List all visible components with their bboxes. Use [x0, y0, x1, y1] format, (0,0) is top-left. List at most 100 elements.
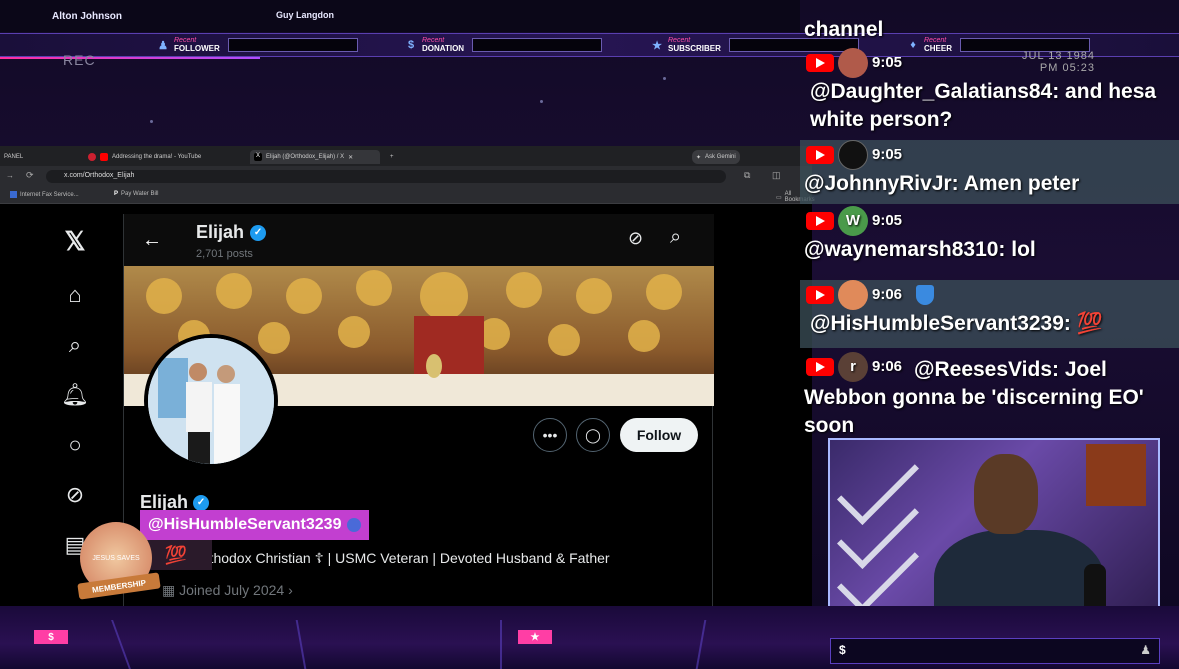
streamer-head	[974, 454, 1038, 534]
chat-text: channel	[804, 18, 884, 41]
bookmark-icon: P	[114, 191, 119, 197]
grid-line	[500, 620, 502, 669]
stat-label: SUBSCRIBER	[668, 44, 721, 53]
retro-clock: JUL 13 1984 PM 05:23	[1022, 50, 1095, 74]
star-icon: ★	[652, 39, 662, 52]
sidepanel-icon[interactable]: ◫	[772, 170, 781, 181]
avatar-icon: W	[838, 206, 868, 236]
avatar-icon	[347, 518, 362, 532]
tab-strip: PANEL Addressing the drama! - YouTube X …	[0, 146, 812, 166]
message-button[interactable]: ◯	[576, 418, 610, 452]
post-count: 2,701 posts	[196, 248, 253, 260]
stat-label: FOLLOWER	[174, 44, 220, 53]
tab-youtube[interactable]: Addressing the drama! - YouTube	[84, 150, 244, 164]
address-field[interactable]: x.com/Orthodox_Elijah	[46, 170, 726, 183]
chat-message: 9:05 @JohnnyRivJr: Amen peter	[800, 140, 1179, 204]
avatar-icon: r	[838, 352, 868, 382]
live-chat: channel 9:05 @Daughter_Galatians84: and …	[800, 0, 1179, 440]
rec-label: REC	[63, 52, 96, 68]
bookmark-water[interactable]: P Pay Water Bill	[114, 191, 158, 197]
joined-date: ▦ Joined July 2024 ›	[162, 582, 293, 599]
chat-time: 9:05	[872, 54, 903, 71]
profile-avatar[interactable]	[144, 334, 278, 468]
bell-icon[interactable]: 🔔︎	[60, 380, 90, 410]
youtube-icon	[806, 358, 834, 376]
moderator-shield-icon	[915, 285, 934, 305]
chat-time: 9:06	[872, 358, 903, 375]
chat-time: 9:05	[872, 146, 903, 163]
grok-icon[interactable]: ⊘	[628, 228, 643, 249]
clock-date: JUL 13 1984	[1022, 50, 1095, 62]
x-logo-icon: X	[254, 153, 262, 161]
bookmark-icon	[10, 191, 17, 198]
clock-time: PM 05:23	[1039, 62, 1095, 74]
bookmark-fax[interactable]: Internet Fax Service...	[10, 191, 79, 198]
avatar-photo-icon	[148, 338, 274, 464]
stat-value-box	[472, 38, 603, 52]
subscriber-badge: ★	[518, 630, 552, 644]
ask-gemini-button[interactable]: ✦ Ask Gemini	[692, 150, 740, 164]
name-right: Guy Langdon	[276, 10, 334, 20]
profile-header: ← Elijah ✓ 2,701 posts ⊘ ⌕	[124, 214, 714, 266]
star-dot	[540, 100, 543, 103]
tab-panel[interactable]: PANEL	[0, 150, 27, 164]
stat-donation: $ Recent DONATION	[404, 37, 603, 53]
dollar-icon: $	[839, 643, 846, 657]
search-icon[interactable]: ⌕	[60, 330, 90, 360]
x-logo-icon[interactable]: 𝕏	[60, 226, 90, 256]
new-tab-button[interactable]: +	[386, 150, 398, 164]
stat-follower: ♟ Recent FOLLOWER	[156, 37, 358, 53]
calendar-icon: ▦	[162, 582, 176, 598]
chat-message: 9:05 @Daughter_Galatians84: and hesa whi…	[800, 48, 1179, 136]
grok-icon[interactable]: ⊘	[60, 480, 90, 510]
wall-art-image	[1086, 444, 1146, 506]
more-options-button[interactable]: •••	[533, 418, 567, 452]
avatar-icon	[838, 280, 868, 310]
chat-prev-line: channel	[800, 16, 1179, 44]
stat-label: DONATION	[422, 44, 465, 53]
back-arrow-icon[interactable]: →	[6, 171, 14, 180]
chevron-right-icon: ›	[288, 582, 293, 598]
tab-x-profile[interactable]: X Elijah (@Orthodox_Elijah) / X ✕	[250, 150, 380, 164]
profile-header-name: Elijah ✓	[196, 222, 267, 243]
accent-line	[0, 57, 260, 59]
webcam-caption-bar: $ ♟	[830, 638, 1160, 664]
home-icon[interactable]: ⌂	[60, 280, 90, 310]
extensions-icon[interactable]: ⧉	[744, 170, 750, 181]
chat-time: 9:06	[872, 286, 903, 303]
person-icon: ♟	[1140, 643, 1151, 657]
shoutout-handle: @HisHumbleServant3239	[148, 516, 342, 533]
tab-label: Addressing the drama! - YouTube	[112, 154, 202, 160]
bookmark-label: Pay Water Bill	[121, 191, 159, 197]
url-text: x.com/Orthodox_Elijah	[64, 172, 135, 179]
chat-message: r 9:06 @ReesesVids: Joel Webbon gonna be …	[800, 352, 1179, 438]
verified-badge-icon: ✓	[250, 224, 267, 241]
chat-message: W 9:05 @waynemarsh8310: lol	[800, 206, 1179, 270]
bookmarks-bar: Internet Fax Service... P Pay Water Bill…	[0, 186, 815, 204]
chat-text: @JohnnyRivJr: Amen peter	[804, 172, 1080, 195]
bookmark-label: Internet Fax Service...	[20, 191, 79, 198]
follow-button[interactable]: Follow	[620, 418, 698, 452]
membership-badge: JESUS SAVES MEMBERSHIP	[77, 522, 162, 606]
star-dot	[663, 77, 666, 80]
record-icon	[88, 153, 96, 161]
joined-text: Joined July 2024	[179, 582, 285, 598]
tab-label: Elijah (@Orthodox_Elijah) / X	[266, 154, 345, 160]
ask-gemini-label: Ask Gemini	[705, 154, 736, 160]
youtube-icon	[806, 54, 834, 72]
reload-icon[interactable]: ⟳	[26, 170, 34, 181]
messages-icon[interactable]: ○	[60, 430, 90, 460]
chat-message: 9:06 @HisHumbleServant3239: 💯	[800, 280, 1179, 348]
chat-time: 9:05	[872, 212, 903, 229]
folder-icon: ▭	[776, 194, 782, 201]
shoutout-banner: @HisHumbleServant3239	[140, 510, 370, 540]
url-bar: → ⟳ x.com/Orthodox_Elijah ⧉ ◫	[0, 166, 812, 186]
profile-name: Elijah	[196, 222, 245, 242]
youtube-icon	[806, 286, 834, 304]
chat-text: @waynemarsh8310: lol	[804, 238, 1036, 261]
star-dot	[150, 120, 153, 123]
back-arrow-icon[interactable]: ←	[142, 229, 162, 252]
search-icon[interactable]: ⌕	[670, 226, 681, 249]
gemini-icon: ✦	[696, 154, 702, 161]
close-icon[interactable]: ✕	[348, 154, 353, 161]
